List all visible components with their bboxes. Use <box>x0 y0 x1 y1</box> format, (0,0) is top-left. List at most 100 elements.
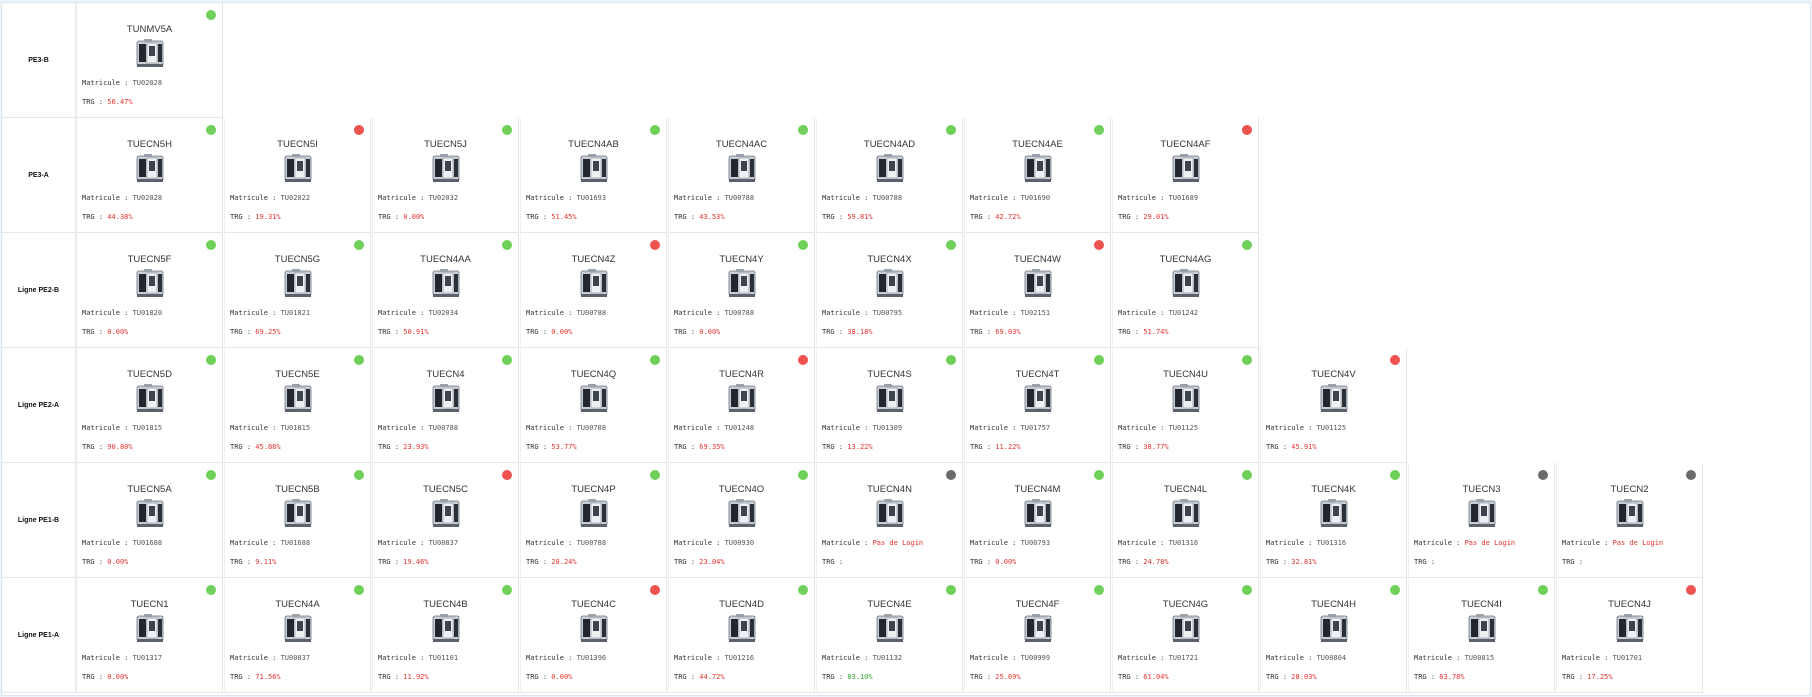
machine-card[interactable]: TUECN4AA Matricule : TU02034 TRG : 50.91… <box>372 233 519 348</box>
machine-card[interactable]: TUECN5D Matricule : TU01815 TRG : 90.80% <box>76 348 223 463</box>
cnc-machine-icon <box>1320 614 1348 642</box>
machine-card[interactable]: TUECN4Q Matricule : TU00788 TRG : 53.77% <box>520 348 667 463</box>
matricule-value: TU00837 <box>280 654 311 662</box>
cnc-machine-icon <box>284 154 312 182</box>
machine-card[interactable]: TUECN5C Matricule : TU00837 TRG : 19.46% <box>372 463 519 578</box>
trg-line: TRG : 45.91% <box>1266 443 1317 451</box>
machine-card[interactable]: TUECN4S Matricule : TU01309 TRG : 13.22% <box>816 348 963 463</box>
machine-card[interactable]: TUECN4C Matricule : TU01396 TRG : 0.00% <box>520 578 667 693</box>
machine-card[interactable]: TUECN4Z Matricule : TU00788 TRG : 0.00% <box>520 233 667 348</box>
matricule-value: TU00788 <box>724 194 755 202</box>
machine-card[interactable]: TUECN4AE Matricule : TU01690 TRG : 42.72… <box>964 118 1111 233</box>
machine-card[interactable]: TUECN4A Matricule : TU00837 TRG : 71.56% <box>224 578 371 693</box>
trg-line: TRG : 44.72% <box>674 673 725 681</box>
machine-card[interactable]: TUECN4G Matricule : TU01721 TRG : 61.04% <box>1112 578 1259 693</box>
machine-card[interactable]: TUECN4X Matricule : TU00795 TRG : 38.18% <box>816 233 963 348</box>
trg-label: TRG : <box>526 558 552 566</box>
machine-card[interactable]: TUECN4E Matricule : TU01132 TRG : 83.10% <box>816 578 963 693</box>
machine-card[interactable]: TUECN5I Matricule : TU02022 TRG : 19.31% <box>224 118 371 233</box>
machine-card[interactable]: TUECN4AF Matricule : TU01689 TRG : 29.01… <box>1112 118 1259 233</box>
status-dot <box>946 470 956 480</box>
machine-card[interactable]: TUECN4U Matricule : TU01125 TRG : 38.77% <box>1112 348 1259 463</box>
machine-card[interactable]: TUECN4I Matricule : TU00815 TRG : 63.78% <box>1408 578 1555 693</box>
machine-card[interactable]: TUECN4W Matricule : TU02151 TRG : 69.03% <box>964 233 1111 348</box>
matricule-line: Matricule : TU02032 <box>378 194 458 202</box>
trg-value: 28.24% <box>551 558 577 566</box>
machine-card[interactable]: TUECN4AG Matricule : TU01242 TRG : 51.74… <box>1112 233 1259 348</box>
trg-line: TRG : 44.38% <box>82 213 133 221</box>
trg-label: TRG : <box>1118 328 1144 336</box>
machine-card[interactable]: TUECN4J Matricule : TU01701 TRG : 17.25% <box>1556 578 1703 693</box>
machine-card[interactable]: TUECN5E Matricule : TU01815 TRG : 45.88% <box>224 348 371 463</box>
matricule-label: Matricule : <box>1118 309 1169 317</box>
trg-line: TRG : 69.35% <box>674 443 725 451</box>
status-dot <box>206 355 216 365</box>
machine-card[interactable]: TUECN5G Matricule : TU01821 TRG : 69.25% <box>224 233 371 348</box>
machine-card[interactable]: TUECN4 Matricule : TU00788 TRG : 23.93% <box>372 348 519 463</box>
trg-label: TRG : <box>230 558 256 566</box>
machine-card[interactable]: TUECN4AD Matricule : TU00788 TRG : 59.81… <box>816 118 963 233</box>
machine-name: TUECN4X <box>867 254 912 265</box>
machine-card[interactable]: TUECN5F Matricule : TU01820 TRG : 0.00% <box>76 233 223 348</box>
trg-label: TRG : <box>526 673 552 681</box>
matricule-value: TU00793 <box>1020 539 1051 547</box>
machine-card[interactable]: TUECN4O Matricule : TU00930 TRG : 23.04% <box>668 463 815 578</box>
machine-card[interactable]: TUECN5H Matricule : TU02028 TRG : 44.38% <box>76 118 223 233</box>
matricule-line: Matricule : TU01216 <box>674 654 754 662</box>
matricule-label: Matricule : <box>230 309 281 317</box>
trg-value: 28.03% <box>1291 673 1317 681</box>
matricule-label: Matricule : <box>1118 654 1169 662</box>
machine-name: TUECN4S <box>867 369 912 380</box>
machine-name: TUECN4AC <box>715 139 768 150</box>
trg-label: TRG : <box>1414 673 1440 681</box>
matricule-line: Matricule : TU00788 <box>674 194 754 202</box>
machine-card[interactable]: TUECN5J Matricule : TU02032 TRG : 0.00% <box>372 118 519 233</box>
machine-card[interactable]: TUECN3 Matricule : Pas de Login TRG : <box>1408 463 1555 578</box>
machine-card[interactable]: TUECN4R Matricule : TU01248 TRG : 69.35% <box>668 348 815 463</box>
trg-label: TRG : <box>82 558 108 566</box>
matricule-line: Matricule : TU01242 <box>1118 309 1198 317</box>
trg-line: TRG : 25.69% <box>970 673 1021 681</box>
matricule-label: Matricule : <box>822 309 873 317</box>
machine-card[interactable]: TUNMV5A Matricule : TU02028 TRG : 56.47% <box>76 3 223 118</box>
matricule-value: TU01125 <box>1168 424 1199 432</box>
trg-label: TRG : <box>230 328 256 336</box>
status-dot <box>946 240 956 250</box>
machine-card[interactable]: TUECN4N Matricule : Pas de Login TRG : <box>816 463 963 578</box>
matricule-value: Pas de Login <box>872 539 924 547</box>
machine-card[interactable]: TUECN4M Matricule : TU00793 TRG : 0.00% <box>964 463 1111 578</box>
machine-card[interactable]: TUECN4H Matricule : TU00804 TRG : 28.03% <box>1260 578 1407 693</box>
cnc-machine-icon <box>1024 154 1052 182</box>
machine-card[interactable]: TUECN4P Matricule : TU00788 TRG : 28.24% <box>520 463 667 578</box>
machine-card[interactable]: TUECN1 Matricule : TU01317 TRG : 0.00% <box>76 578 223 693</box>
machine-card[interactable]: TUECN4AB Matricule : TU01693 TRG : 51.45… <box>520 118 667 233</box>
status-dot <box>946 355 956 365</box>
machine-card[interactable]: TUECN4F Matricule : TU00999 TRG : 25.69% <box>964 578 1111 693</box>
machine-name: TUECN4 <box>426 369 465 380</box>
machine-card[interactable]: TUECN4T Matricule : TU01757 TRG : 11.22% <box>964 348 1111 463</box>
machine-card[interactable]: TUECN4V Matricule : TU01125 TRG : 45.91% <box>1260 348 1407 463</box>
machine-card[interactable]: TUECN2 Matricule : Pas de Login TRG : <box>1556 463 1703 578</box>
matricule-label: Matricule : <box>82 424 133 432</box>
machine-card[interactable]: TUECN4D Matricule : TU01216 TRG : 44.72% <box>668 578 815 693</box>
status-dot <box>1686 470 1696 480</box>
trg-value: 69.03% <box>995 328 1021 336</box>
matricule-value: TU01701 <box>1612 654 1643 662</box>
matricule-label: Matricule : <box>1562 654 1613 662</box>
machine-card[interactable]: TUECN4B Matricule : TU01101 TRG : 11.92% <box>372 578 519 693</box>
status-dot <box>946 125 956 135</box>
machine-card[interactable]: TUECN4K Matricule : TU01316 TRG : 32.81% <box>1260 463 1407 578</box>
matricule-label: Matricule : <box>82 539 133 547</box>
machine-card[interactable]: TUECN4Y Matricule : TU00788 TRG : 0.00% <box>668 233 815 348</box>
trg-label: TRG : <box>82 673 108 681</box>
machine-card[interactable]: TUECN5A Matricule : TU01688 TRG : 0.00% <box>76 463 223 578</box>
trg-value: 83.10% <box>847 673 873 681</box>
matricule-value: TU00837 <box>428 539 459 547</box>
status-dot <box>1242 240 1252 250</box>
machine-name: TUECN4AB <box>568 139 619 150</box>
machine-card[interactable]: TUECN5B Matricule : TU01688 TRG : 9.11% <box>224 463 371 578</box>
machine-card[interactable]: TUECN4AC Matricule : TU00788 TRG : 43.53… <box>668 118 815 233</box>
machine-card[interactable]: TUECN4L Matricule : TU01316 TRG : 24.78% <box>1112 463 1259 578</box>
trg-line: TRG : 23.04% <box>674 558 725 566</box>
trg-value: 32.81% <box>1291 558 1317 566</box>
